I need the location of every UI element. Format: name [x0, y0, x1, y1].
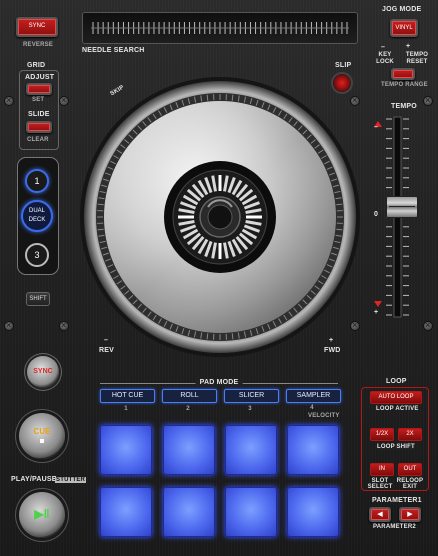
- slip-label: SLIP: [335, 62, 352, 69]
- screw-icon: [424, 319, 432, 331]
- tempo-plus-mark: +: [374, 309, 379, 316]
- arrow-right-icon: ▶: [407, 511, 413, 518]
- tempo-minus-mark: –: [374, 124, 379, 131]
- roll-mode-button[interactable]: ROLL: [162, 389, 217, 403]
- hot-cue-mode-button[interactable]: HOT CUE: [100, 389, 155, 403]
- reloop-exit-label: RELOOP EXIT: [396, 478, 424, 490]
- dual-deck-button[interactable]: DUAL DECK: [21, 200, 53, 232]
- slide-label: SLIDE: [28, 111, 50, 118]
- slip-button[interactable]: [333, 74, 351, 92]
- performance-pad-3[interactable]: [225, 425, 277, 475]
- deck-3-label: 3: [34, 250, 40, 260]
- performance-pad-4[interactable]: [287, 425, 339, 475]
- loop-double-button[interactable]: 2X: [398, 428, 422, 441]
- sync-button-label: SYNC: [28, 23, 46, 29]
- screw-icon: [424, 94, 432, 106]
- needle-search-ticks: [91, 22, 349, 34]
- slicer-mode-button[interactable]: SLICER: [224, 389, 279, 403]
- deck-3-button[interactable]: 3: [25, 243, 49, 267]
- needle-search-label: NEEDLE SEARCH: [82, 47, 145, 54]
- tempo-zero-mark: 0: [374, 211, 379, 218]
- velocity-label: VELOCITY: [308, 413, 340, 419]
- screw-icon: [60, 94, 68, 106]
- slot-select-label: SLOT SELECT: [367, 478, 393, 490]
- screw-icon: [5, 319, 13, 331]
- tempo-range-label: TEMPO RANGE: [381, 82, 428, 88]
- play-pause-icon: ▶‖: [34, 507, 50, 521]
- jog-wheel[interactable]: [75, 72, 365, 362]
- tempo-reset-label: TEMPO RESET: [405, 52, 429, 65]
- parameter-right-button[interactable]: ▶: [399, 507, 421, 522]
- loop-shift-label: LOOP SHIFT: [377, 444, 415, 450]
- vinyl-button[interactable]: VINYL: [390, 19, 418, 37]
- parameter2-label: PARAMETER2: [373, 524, 416, 530]
- vinyl-button-label: VINYL: [395, 25, 413, 31]
- parameter-left-button[interactable]: ◀: [369, 507, 391, 522]
- loop-label: LOOP: [386, 378, 407, 385]
- shift-label: SHIFT: [29, 296, 47, 302]
- cue-indicator-icon: [40, 439, 44, 443]
- grid-slide-button[interactable]: [26, 121, 52, 133]
- performance-pad-8[interactable]: [287, 487, 339, 537]
- stutter-label: STUTTER: [55, 477, 87, 483]
- sync-transport-button[interactable]: SYNC: [27, 356, 59, 388]
- rev-label: REV: [99, 347, 114, 354]
- performance-pad-1[interactable]: [100, 425, 152, 475]
- pad-mode-label: PAD MODE: [195, 379, 243, 386]
- screw-icon: [60, 319, 68, 331]
- sync-transport-label: SYNC: [33, 368, 53, 375]
- loop-in-button[interactable]: IN: [370, 463, 394, 476]
- fwd-label: FWD: [324, 347, 341, 354]
- sync-button[interactable]: SYNC: [16, 17, 58, 37]
- needle-search-strip[interactable]: [82, 12, 358, 44]
- pad-mode-number-1: 1: [124, 406, 128, 412]
- fader-center-line-icon: [389, 206, 415, 207]
- clear-label: CLEAR: [27, 137, 49, 143]
- auto-loop-button[interactable]: AUTO LOOP: [370, 391, 422, 404]
- tempo-label: TEMPO: [391, 103, 417, 110]
- performance-pad-7[interactable]: [225, 487, 277, 537]
- key-lock-label: KEY LOCK: [376, 52, 394, 65]
- minus-sign: –: [381, 44, 386, 51]
- deck-1-label: 1: [34, 176, 40, 186]
- performance-pad-5[interactable]: [100, 487, 152, 537]
- play-pause-label: PLAY/PAUSE: [11, 476, 57, 483]
- performance-pad-6[interactable]: [163, 487, 215, 537]
- cue-label: CUE: [33, 427, 51, 436]
- reverse-label: REVERSE: [23, 42, 54, 48]
- play-pause-button[interactable]: ▶‖: [19, 492, 65, 538]
- screw-icon: [5, 94, 13, 106]
- plus-sign: +: [406, 43, 411, 50]
- rev-minus: –: [104, 337, 109, 344]
- sampler-mode-button[interactable]: SAMPLER: [286, 389, 341, 403]
- adjust-label: ADJUST: [25, 74, 55, 81]
- shift-button[interactable]: SHIFT: [26, 292, 50, 306]
- tempo-fader-knob[interactable]: [386, 196, 418, 218]
- performance-pad-2[interactable]: [163, 425, 215, 475]
- parameter1-label: PARAMETER1: [372, 497, 422, 504]
- deck-1-button[interactable]: 1: [25, 169, 49, 193]
- loop-out-button[interactable]: OUT: [398, 463, 422, 476]
- dual-deck-label: DUAL DECK: [28, 208, 46, 223]
- dj-controller-deck: SYNC REVERSE NEEDLE SEARCH JOG MODE VINY…: [0, 0, 438, 556]
- jog-mode-label: JOG MODE: [382, 6, 422, 13]
- pad-mode-number-2: 2: [186, 406, 190, 412]
- arrow-left-icon: ◀: [377, 511, 383, 518]
- loop-active-label: LOOP ACTIVE: [376, 406, 419, 412]
- set-label: SET: [32, 97, 45, 103]
- loop-half-button[interactable]: 1/2X: [370, 428, 394, 441]
- pad-mode-number-3: 3: [248, 406, 252, 412]
- pad-mode-number-4: 4: [310, 405, 314, 411]
- fwd-plus: +: [329, 337, 334, 344]
- cue-button[interactable]: CUE: [19, 413, 65, 459]
- key-lock-button[interactable]: [391, 68, 415, 80]
- grid-label: GRID: [27, 62, 46, 69]
- grid-adjust-button[interactable]: [26, 83, 52, 95]
